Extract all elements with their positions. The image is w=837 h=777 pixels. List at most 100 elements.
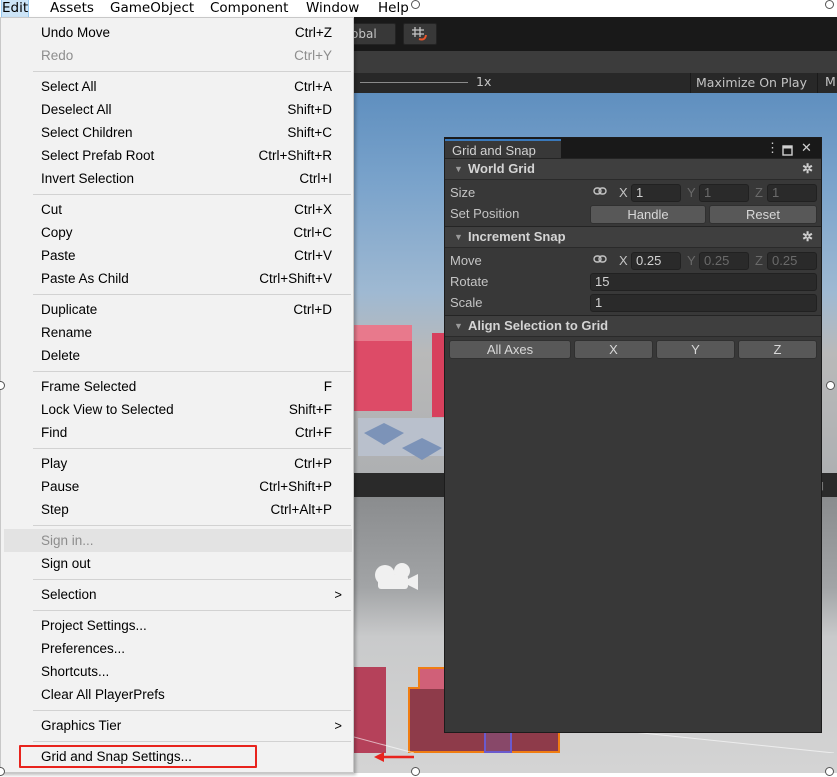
resize-handle (411, 767, 420, 776)
menu-item-label: Select Children (41, 125, 133, 140)
rotate-field[interactable]: 15 (590, 273, 817, 291)
menu-item-shortcut: Ctrl+Y (294, 48, 332, 63)
camera-gizmo-icon[interactable] (372, 561, 422, 595)
move-y-field[interactable]: 0.25 (699, 252, 749, 270)
menu-item-duplicate[interactable]: Duplicate Ctrl+D (4, 298, 352, 321)
move-z-axis-label: Z (755, 253, 763, 268)
size-z-field[interactable]: 1 (767, 184, 817, 202)
menu-separator (33, 710, 351, 711)
size-link-icon[interactable] (593, 183, 607, 201)
menu-item-sign-out[interactable]: Sign out (4, 552, 352, 575)
truncated-toolbar-label: M (825, 74, 836, 89)
pink-cube-top (354, 325, 412, 341)
increment-snap-title: Increment Snap (468, 229, 566, 244)
menu-item-pause[interactable]: Pause Ctrl+Shift+P (4, 475, 352, 498)
menu-gameobject[interactable]: GameObject (110, 0, 194, 17)
annotation-arrow-icon (374, 752, 414, 762)
menu-separator (33, 194, 351, 195)
world-grid-settings-icon[interactable]: ✲ (802, 159, 813, 179)
resize-handle (826, 381, 835, 390)
menu-item-select-all[interactable]: Select All Ctrl+A (4, 75, 352, 98)
handle-button[interactable]: Handle (590, 205, 706, 224)
menu-separator (33, 448, 351, 449)
menu-item-cut[interactable]: Cut Ctrl+X (4, 198, 352, 221)
world-grid-header[interactable]: ▼ World Grid ✲ (445, 158, 821, 180)
menu-item-preferences[interactable]: Preferences... (4, 637, 352, 660)
menu-item-label: Rename (41, 325, 93, 340)
menu-item-label: Pause (41, 479, 80, 494)
menu-component[interactable]: Component (210, 0, 288, 17)
menu-item-label: Redo (41, 48, 74, 63)
hex-floor-pattern (364, 423, 442, 460)
world-grid-title: World Grid (468, 161, 535, 176)
menu-item-shortcut: Ctrl+C (293, 225, 332, 240)
size-x-field[interactable]: 1 (631, 184, 681, 202)
menu-edit[interactable]: Edit (0, 0, 30, 18)
scale-slider[interactable] (360, 82, 468, 83)
menu-item-label: Frame Selected (41, 379, 137, 394)
menu-item-step[interactable]: Step Ctrl+Alt+P (4, 498, 352, 521)
menu-item-play[interactable]: Play Ctrl+P (4, 452, 352, 475)
menu-item-label: Find (41, 425, 68, 440)
menu-item-label: Duplicate (41, 302, 98, 317)
menu-item-frame-selected[interactable]: Frame Selected F (4, 375, 352, 398)
tab-grid-and-snap[interactable]: Grid and Snap (445, 139, 561, 158)
menu-item-label: Paste (41, 248, 76, 263)
menu-item-undo-move[interactable]: Undo Move Ctrl+Z (4, 21, 352, 44)
move-link-icon[interactable] (593, 251, 607, 269)
menu-separator (33, 525, 351, 526)
resize-handle (411, 0, 420, 9)
align-x-button[interactable]: X (574, 340, 653, 359)
menu-item-find[interactable]: Find Ctrl+F (4, 421, 352, 444)
menu-item-paste-as-child[interactable]: Paste As Child Ctrl+Shift+V (4, 267, 352, 290)
menu-item-delete[interactable]: Delete (4, 344, 352, 367)
scale-field[interactable]: 1 (590, 294, 817, 312)
increment-snap-settings-icon[interactable]: ✲ (802, 227, 813, 247)
size-y-field[interactable]: 1 (699, 184, 749, 202)
menu-item-redo[interactable]: Redo Ctrl+Y (4, 44, 352, 67)
menu-item-shortcut: Ctrl+Shift+P (259, 479, 332, 494)
menu-window[interactable]: Window (306, 0, 359, 17)
menu-item-copy[interactable]: Copy Ctrl+C (4, 221, 352, 244)
collapse-triangle-icon: ▼ (454, 232, 463, 242)
move-x-field[interactable]: 0.25 (631, 252, 681, 270)
menu-item-selection[interactable]: Selection > (4, 583, 352, 606)
menu-item-shortcut: Ctrl+Z (294, 25, 332, 40)
menu-item-shortcut: Shift+D (287, 102, 332, 117)
menu-item-label: Invert Selection (41, 171, 135, 186)
menu-item-graphics-tier[interactable]: Graphics Tier > (4, 714, 352, 737)
move-z-field[interactable]: 0.25 (767, 252, 817, 270)
menu-item-label: Shortcuts... (41, 664, 110, 679)
more-options-icon[interactable]: ⋮ (766, 138, 779, 157)
menu-item-label: Clear All PlayerPrefs (41, 687, 165, 702)
resize-handle (825, 0, 834, 9)
menu-help[interactable]: Help (378, 0, 409, 17)
menu-item-project-settings[interactable]: Project Settings... (4, 614, 352, 637)
grid-snap-toggle-icon[interactable] (403, 23, 437, 45)
align-y-button[interactable]: Y (656, 340, 735, 359)
menu-item-shortcut: Ctrl+X (294, 202, 332, 217)
menu-item-paste[interactable]: Paste Ctrl+V (4, 244, 352, 267)
increment-snap-header[interactable]: ▼ Increment Snap ✲ (445, 226, 821, 248)
reset-button[interactable]: Reset (709, 205, 817, 224)
menu-item-clear-playerprefs[interactable]: Clear All PlayerPrefs (4, 683, 352, 706)
align-z-button[interactable]: Z (738, 340, 817, 359)
menu-item-rename[interactable]: Rename (4, 321, 352, 344)
menu-item-select-prefab-root[interactable]: Select Prefab Root Ctrl+Shift+R (4, 144, 352, 167)
close-icon[interactable]: ✕ (801, 138, 812, 157)
collapse-triangle-icon: ▼ (454, 321, 463, 331)
menu-item-invert-selection[interactable]: Invert Selection Ctrl+I (4, 167, 352, 190)
menu-item-shortcuts[interactable]: Shortcuts... (4, 660, 352, 683)
menu-item-select-children[interactable]: Select Children Shift+C (4, 121, 352, 144)
menu-item-deselect-all[interactable]: Deselect All Shift+D (4, 98, 352, 121)
menu-separator (33, 371, 351, 372)
menu-item-label: Delete (41, 348, 81, 363)
maximize-on-play-button[interactable]: Maximize On Play (690, 73, 818, 93)
menu-item-sign-in[interactable]: Sign in... (4, 529, 352, 552)
align-all-axes-button[interactable]: All Axes (449, 340, 571, 359)
align-selection-header[interactable]: ▼ Align Selection to Grid (445, 315, 821, 337)
menu-assets[interactable]: Assets (50, 0, 94, 17)
menu-item-shortcut: Ctrl+Shift+R (258, 148, 332, 163)
menu-item-lock-view[interactable]: Lock View to Selected Shift+F (4, 398, 352, 421)
menu-item-label: Copy (41, 225, 73, 240)
